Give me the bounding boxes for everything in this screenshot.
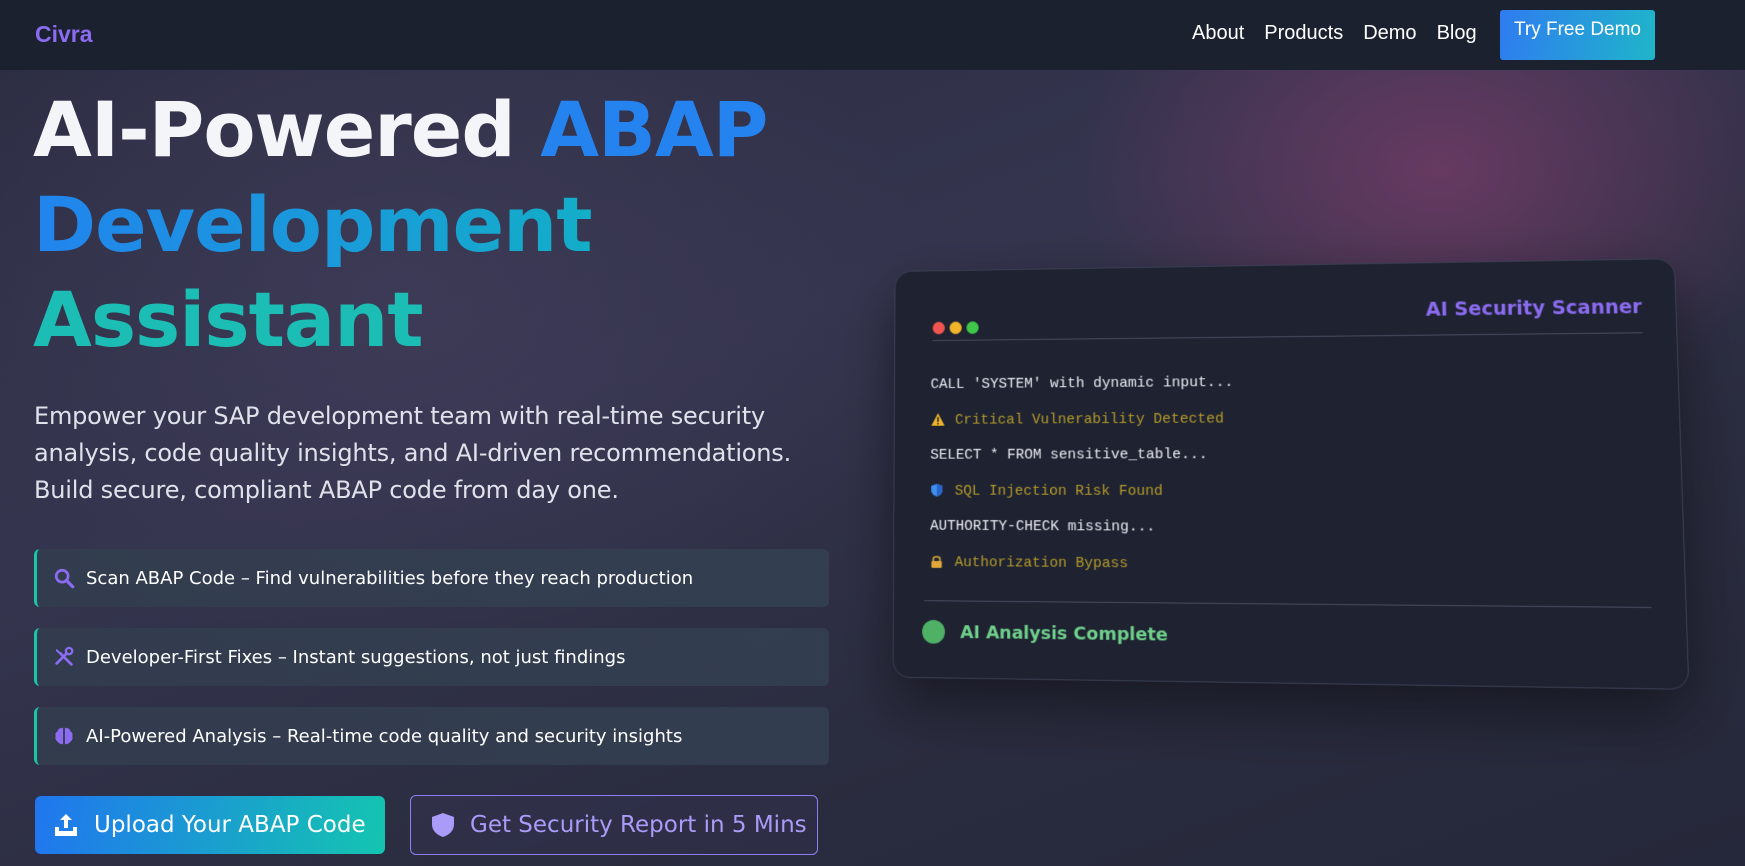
hero-title-part1: AI-Powered xyxy=(33,85,541,174)
report-button-label: Get Security Report in 5 Mins xyxy=(470,812,807,838)
lock-icon xyxy=(930,554,947,574)
feature-text: Scan ABAP Code – Find vulnerabilities be… xyxy=(86,567,694,589)
scan-log-text: SQL Injection Risk Found xyxy=(954,482,1163,500)
nav-link-blog[interactable]: Blog xyxy=(1437,22,1477,45)
nav-link-about[interactable]: About xyxy=(1192,22,1244,45)
feature-list: Scan ABAP Code – Find vulnerabilities be… xyxy=(34,549,829,786)
upload-button-label: Upload Your ABAP Code xyxy=(94,812,366,838)
hero-description: Empower your SAP development team with r… xyxy=(34,402,792,504)
scan-log-text: SELECT * FROM sensitive_table... xyxy=(930,446,1208,464)
scan-log-text: Authorization Bypass xyxy=(954,553,1129,572)
scanner-title: AI Security Scanner xyxy=(1425,295,1643,321)
feature-item-analysis: AI-Powered Analysis – Real-time code qua… xyxy=(34,707,829,765)
scan-log-line: AUTHORITY-CHECK missing... xyxy=(930,518,1235,555)
tools-icon xyxy=(52,645,76,669)
top-navbar: Civra About Products Demo Blog Try Free … xyxy=(0,0,1745,70)
minimize-dot-icon xyxy=(949,321,962,335)
nav-link-demo[interactable]: Demo xyxy=(1363,22,1416,45)
ai-security-scanner-card: AI Security Scanner CALL 'SYSTEM' with d… xyxy=(892,258,1690,690)
scan-log-line: SELECT * FROM sensitive_table... xyxy=(930,446,1234,482)
hero-title-part3: Development xyxy=(33,180,593,269)
feature-item-fixes: Developer-First Fixes – Instant suggesti… xyxy=(34,628,829,686)
scan-log-text: Critical Vulnerability Detected xyxy=(954,410,1225,429)
shield-icon xyxy=(930,482,947,501)
status-dot-icon xyxy=(922,619,945,644)
nav-link-products[interactable]: Products xyxy=(1264,22,1343,45)
scan-log-line: Critical Vulnerability Detected xyxy=(930,410,1234,447)
scan-log-text: AUTHORITY-CHECK missing... xyxy=(930,517,1156,536)
hero-title-part4: Assistant xyxy=(33,275,424,364)
window-controls xyxy=(932,321,979,335)
scanner-divider xyxy=(932,332,1643,342)
brand-logo[interactable]: Civra xyxy=(35,21,93,48)
hero-title-part2: ABAP xyxy=(540,85,768,174)
upload-icon xyxy=(52,811,80,839)
feature-text: AI-Powered Analysis – Real-time code qua… xyxy=(86,725,683,747)
shield-icon xyxy=(430,811,456,839)
nav-links: About Products Demo Blog xyxy=(1192,22,1477,45)
scan-log-text: CALL 'SYSTEM' with dynamic input... xyxy=(930,374,1234,393)
search-icon xyxy=(52,566,76,590)
scan-log-line: Authorization Bypass xyxy=(930,554,1236,592)
try-free-demo-button[interactable]: Try Free Demo xyxy=(1500,10,1655,60)
scanner-divider-bottom xyxy=(924,600,1652,608)
maximize-dot-icon xyxy=(966,321,979,334)
security-report-button[interactable]: Get Security Report in 5 Mins xyxy=(410,795,818,855)
analysis-status: AI Analysis Complete xyxy=(922,619,1168,647)
close-dot-icon xyxy=(932,321,945,335)
analysis-status-text: AI Analysis Complete xyxy=(960,621,1168,646)
scan-log-line: SQL Injection Risk Found xyxy=(930,482,1235,518)
warning-icon xyxy=(930,412,947,431)
feature-item-scan: Scan ABAP Code – Find vulnerabilities be… xyxy=(34,549,829,607)
scanner-panel-wrapper: AI Security Scanner CALL 'SYSTEM' with d… xyxy=(880,258,1690,702)
scan-log: CALL 'SYSTEM' with dynamic input... Crit… xyxy=(930,374,1236,592)
scan-log-line: CALL 'SYSTEM' with dynamic input... xyxy=(930,374,1234,412)
feature-text: Developer-First Fixes – Instant suggesti… xyxy=(86,646,626,668)
upload-code-button[interactable]: Upload Your ABAP Code xyxy=(35,796,385,854)
hero-title: AI-Powered ABAP Development Assistant xyxy=(33,82,813,367)
brain-icon xyxy=(52,724,76,748)
